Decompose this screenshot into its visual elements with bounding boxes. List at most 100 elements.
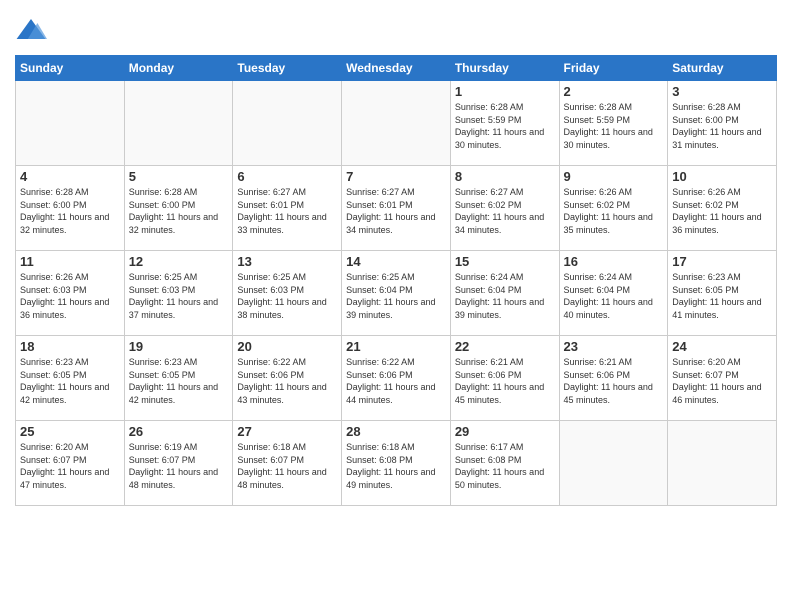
calendar-cell: 10Sunrise: 6:26 AM Sunset: 6:02 PM Dayli… — [668, 166, 777, 251]
week-row-2: 11 Sunrise: 6:26 AM Sunset: 6:03 PM Dayli… — [16, 251, 777, 336]
day-number: 3 — [672, 84, 772, 99]
day-info: Sunrise: 6:26 AM Sunset: 6:03 PM Dayligh… — [20, 271, 120, 321]
logo-icon — [15, 15, 47, 47]
day-info: Sunrise: 6:21 AM Sunset: 6:06 PM Dayligh… — [455, 356, 555, 406]
day-info: Sunrise: 6:27 AM Sunset: 6:01 PM Dayligh… — [346, 186, 446, 236]
day-number: 1 — [455, 84, 555, 99]
day-info: Sunrise: 6:27 AM Sunset: 6:02 PM Dayligh… — [455, 186, 555, 236]
calendar-cell — [16, 81, 125, 166]
day-info: Sunrise: 6:26 AM Sunset: 6:02 PM Dayligh… — [564, 186, 664, 236]
calendar-table: SundayMondayTuesdayWednesdayThursdayFrid… — [15, 55, 777, 506]
calendar-cell: 28 Sunrise: 6:18 AM Sunset: 6:08 PM Dayli… — [342, 421, 451, 506]
calendar-cell: 12 Sunrise: 6:25 AM Sunset: 6:03 PM Dayli… — [124, 251, 233, 336]
day-info: Sunrise: 6:25 AM Sunset: 6:04 PM Dayligh… — [346, 271, 446, 321]
header-friday: Friday — [559, 56, 668, 81]
calendar-cell: 8 Sunrise: 6:27 AM Sunset: 6:02 PM Daylig… — [450, 166, 559, 251]
calendar-cell: 3 Sunrise: 6:28 AM Sunset: 6:00 PM Daylig… — [668, 81, 777, 166]
day-info: Sunrise: 6:25 AM Sunset: 6:03 PM Dayligh… — [129, 271, 229, 321]
calendar-cell — [559, 421, 668, 506]
calendar-cell: 18 Sunrise: 6:23 AM Sunset: 6:05 PM Dayli… — [16, 336, 125, 421]
calendar-cell: 14Sunrise: 6:25 AM Sunset: 6:04 PM Dayli… — [342, 251, 451, 336]
day-number: 11 — [20, 254, 120, 269]
day-info: Sunrise: 6:22 AM Sunset: 6:06 PM Dayligh… — [237, 356, 337, 406]
day-info: Sunrise: 6:18 AM Sunset: 6:07 PM Dayligh… — [237, 441, 337, 491]
header-monday: Monday — [124, 56, 233, 81]
day-info: Sunrise: 6:28 AM Sunset: 5:59 PM Dayligh… — [455, 101, 555, 151]
day-number: 13 — [237, 254, 337, 269]
day-info: Sunrise: 6:22 AM Sunset: 6:06 PM Dayligh… — [346, 356, 446, 406]
day-info: Sunrise: 6:17 AM Sunset: 6:08 PM Dayligh… — [455, 441, 555, 491]
calendar-cell: 6Sunrise: 6:27 AM Sunset: 6:01 PM Daylig… — [233, 166, 342, 251]
page-header — [15, 10, 777, 47]
calendar-cell: 4 Sunrise: 6:28 AM Sunset: 6:00 PM Daylig… — [16, 166, 125, 251]
logo — [15, 15, 51, 47]
header-wednesday: Wednesday — [342, 56, 451, 81]
calendar-cell: 24 Sunrise: 6:20 AM Sunset: 6:07 PM Dayli… — [668, 336, 777, 421]
day-info: Sunrise: 6:21 AM Sunset: 6:06 PM Dayligh… — [564, 356, 664, 406]
week-row-0: 1 Sunrise: 6:28 AM Sunset: 5:59 PM Daylig… — [16, 81, 777, 166]
header-sunday: Sunday — [16, 56, 125, 81]
day-number: 12 — [129, 254, 229, 269]
calendar-cell: 16Sunrise: 6:24 AM Sunset: 6:04 PM Dayli… — [559, 251, 668, 336]
header-tuesday: Tuesday — [233, 56, 342, 81]
day-number: 6 — [237, 169, 337, 184]
day-number: 17 — [672, 254, 772, 269]
calendar-cell: 15 Sunrise: 6:24 AM Sunset: 6:04 PM Dayli… — [450, 251, 559, 336]
day-number: 15 — [455, 254, 555, 269]
calendar-cell: 20 Sunrise: 6:22 AM Sunset: 6:06 PM Dayli… — [233, 336, 342, 421]
day-info: Sunrise: 6:26 AM Sunset: 6:02 PM Dayligh… — [672, 186, 772, 236]
day-info: Sunrise: 6:28 AM Sunset: 6:00 PM Dayligh… — [129, 186, 229, 236]
day-info: Sunrise: 6:23 AM Sunset: 6:05 PM Dayligh… — [129, 356, 229, 406]
day-number: 27 — [237, 424, 337, 439]
week-row-3: 18 Sunrise: 6:23 AM Sunset: 6:05 PM Dayli… — [16, 336, 777, 421]
calendar-cell: 13 Sunrise: 6:25 AM Sunset: 6:03 PM Dayli… — [233, 251, 342, 336]
day-number: 20 — [237, 339, 337, 354]
day-number: 21 — [346, 339, 446, 354]
calendar-cell: 2 Sunrise: 6:28 AM Sunset: 5:59 PM Daylig… — [559, 81, 668, 166]
day-number: 25 — [20, 424, 120, 439]
day-info: Sunrise: 6:18 AM Sunset: 6:08 PM Dayligh… — [346, 441, 446, 491]
header-row: SundayMondayTuesdayWednesdayThursdayFrid… — [16, 56, 777, 81]
day-info: Sunrise: 6:20 AM Sunset: 6:07 PM Dayligh… — [672, 356, 772, 406]
day-number: 7 — [346, 169, 446, 184]
header-thursday: Thursday — [450, 56, 559, 81]
calendar-cell: 17Sunrise: 6:23 AM Sunset: 6:05 PM Dayli… — [668, 251, 777, 336]
day-number: 24 — [672, 339, 772, 354]
day-number: 8 — [455, 169, 555, 184]
day-info: Sunrise: 6:28 AM Sunset: 6:00 PM Dayligh… — [672, 101, 772, 151]
day-number: 9 — [564, 169, 664, 184]
calendar-cell: 26 Sunrise: 6:19 AM Sunset: 6:07 PM Dayli… — [124, 421, 233, 506]
day-info: Sunrise: 6:25 AM Sunset: 6:03 PM Dayligh… — [237, 271, 337, 321]
day-number: 4 — [20, 169, 120, 184]
day-number: 23 — [564, 339, 664, 354]
calendar-cell — [668, 421, 777, 506]
day-info: Sunrise: 6:20 AM Sunset: 6:07 PM Dayligh… — [20, 441, 120, 491]
calendar-body: 1 Sunrise: 6:28 AM Sunset: 5:59 PM Daylig… — [16, 81, 777, 506]
day-number: 5 — [129, 169, 229, 184]
day-info: Sunrise: 6:19 AM Sunset: 6:07 PM Dayligh… — [129, 441, 229, 491]
day-number: 22 — [455, 339, 555, 354]
day-number: 19 — [129, 339, 229, 354]
calendar-cell: 7 Sunrise: 6:27 AM Sunset: 6:01 PM Daylig… — [342, 166, 451, 251]
week-row-4: 25 Sunrise: 6:20 AM Sunset: 6:07 PM Dayli… — [16, 421, 777, 506]
day-number: 28 — [346, 424, 446, 439]
calendar-cell: 29 Sunrise: 6:17 AM Sunset: 6:08 PM Dayli… — [450, 421, 559, 506]
day-number: 29 — [455, 424, 555, 439]
calendar-cell — [342, 81, 451, 166]
day-info: Sunrise: 6:23 AM Sunset: 6:05 PM Dayligh… — [20, 356, 120, 406]
day-number: 18 — [20, 339, 120, 354]
day-number: 26 — [129, 424, 229, 439]
calendar-cell — [124, 81, 233, 166]
calendar-cell: 22 Sunrise: 6:21 AM Sunset: 6:06 PM Dayli… — [450, 336, 559, 421]
header-saturday: Saturday — [668, 56, 777, 81]
day-info: Sunrise: 6:24 AM Sunset: 6:04 PM Dayligh… — [455, 271, 555, 321]
calendar-cell: 19 Sunrise: 6:23 AM Sunset: 6:05 PM Dayli… — [124, 336, 233, 421]
day-info: Sunrise: 6:28 AM Sunset: 6:00 PM Dayligh… — [20, 186, 120, 236]
day-number: 16 — [564, 254, 664, 269]
calendar-cell: 21 Sunrise: 6:22 AM Sunset: 6:06 PM Dayli… — [342, 336, 451, 421]
calendar-cell: 23 Sunrise: 6:21 AM Sunset: 6:06 PM Dayli… — [559, 336, 668, 421]
calendar-cell: 11 Sunrise: 6:26 AM Sunset: 6:03 PM Dayli… — [16, 251, 125, 336]
calendar-cell: 27 Sunrise: 6:18 AM Sunset: 6:07 PM Dayli… — [233, 421, 342, 506]
day-info: Sunrise: 6:28 AM Sunset: 5:59 PM Dayligh… — [564, 101, 664, 151]
day-number: 2 — [564, 84, 664, 99]
